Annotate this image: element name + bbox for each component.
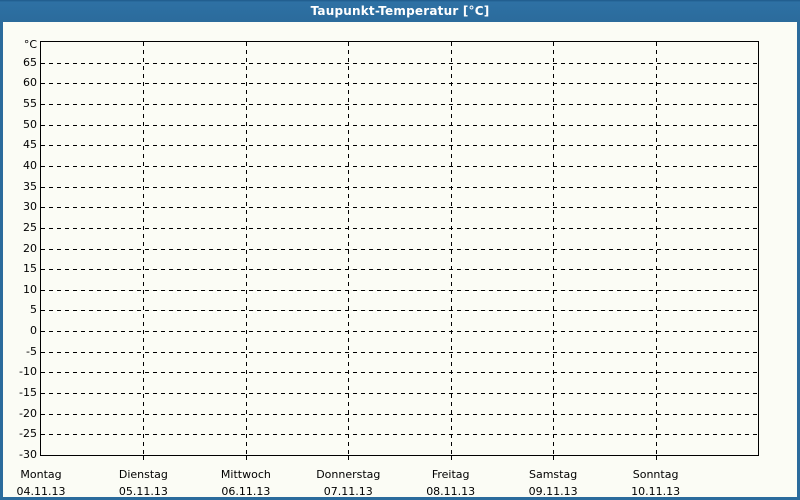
h-gridline <box>41 62 758 64</box>
y-tick-label: 0 <box>30 324 37 338</box>
h-gridline <box>41 103 758 105</box>
x-axis-tick <box>245 456 247 460</box>
y-tick-label: -15 <box>19 386 37 400</box>
h-gridline <box>41 248 758 250</box>
h-gridline <box>41 227 758 229</box>
y-tick-label: -20 <box>19 406 37 420</box>
y-tick-label: 15 <box>23 262 37 276</box>
y-tick-label: -10 <box>19 365 37 379</box>
y-tick-label: 55 <box>23 96 37 110</box>
y-tick-label: 25 <box>23 220 37 234</box>
h-gridline <box>41 186 758 188</box>
h-gridline <box>41 310 758 312</box>
title-bar: Taupunkt-Temperatur [°C] <box>0 0 800 22</box>
h-gridline <box>41 413 758 415</box>
y-axis-unit-label: °C <box>23 38 37 51</box>
x-axis-tick <box>655 456 657 460</box>
h-gridline <box>41 372 758 374</box>
y-tick-label: -5 <box>26 344 37 358</box>
x-date-label: 08.11.13 <box>426 485 476 498</box>
x-day-label: Samstag <box>528 468 578 481</box>
x-date-label: 06.11.13 <box>221 485 271 498</box>
h-gridline <box>41 351 758 353</box>
x-axis-tick <box>553 456 555 460</box>
h-gridline <box>41 289 758 291</box>
window-title: Taupunkt-Temperatur [°C] <box>310 4 490 18</box>
x-day-label: Mittwoch <box>220 468 271 481</box>
h-gridline <box>41 393 758 395</box>
v-gridline <box>143 42 145 455</box>
y-tick-label: -30 <box>19 448 37 461</box>
h-gridline <box>41 207 758 209</box>
x-axis-tick <box>348 456 350 460</box>
y-tick-label: 30 <box>23 200 37 214</box>
v-gridline <box>348 42 350 455</box>
x-date-label: 04.11.13 <box>16 485 66 498</box>
y-tick-label: 40 <box>23 158 37 172</box>
h-gridline <box>41 331 758 333</box>
x-day-label: Dienstag <box>118 468 168 481</box>
h-gridline <box>41 145 758 147</box>
x-day-label: Donnerstag <box>316 468 381 481</box>
x-date-label: 05.11.13 <box>118 485 168 498</box>
h-gridline <box>41 124 758 126</box>
h-gridline <box>41 165 758 167</box>
x-axis-tick <box>450 456 452 460</box>
plot-frame <box>40 41 759 460</box>
y-tick-label: 60 <box>23 76 37 90</box>
y-tick-label: 65 <box>23 55 37 69</box>
chart-area: °C 65 60 55 50 45 40 35 30 25 20 15 10 5 0 -5 -10 -15 -20… <box>3 22 797 498</box>
x-day-label: Sonntag <box>632 468 679 481</box>
y-tick-label: 20 <box>23 241 37 255</box>
v-gridline <box>553 42 555 455</box>
x-date-label: 10.11.13 <box>631 485 681 498</box>
h-gridline <box>41 269 758 271</box>
x-day-label: Montag <box>20 468 62 481</box>
y-tick-label: 45 <box>23 138 37 152</box>
y-tick-label: 5 <box>30 303 37 317</box>
x-axis-tick <box>143 456 145 460</box>
y-tick-label: 35 <box>23 179 37 193</box>
h-gridline <box>41 434 758 436</box>
x-date-label: 07.11.13 <box>323 485 373 498</box>
v-gridline <box>245 42 247 455</box>
h-gridline <box>41 83 758 85</box>
y-tick-label: 50 <box>23 117 37 131</box>
chart-window: Taupunkt-Temperatur [°C] °C 65 60 55 50 45 40… <box>0 0 800 500</box>
v-gridline <box>450 42 452 455</box>
y-tick-label: 10 <box>23 282 37 296</box>
y-tick-label: -25 <box>19 427 37 441</box>
v-gridline <box>655 42 657 455</box>
x-day-label: Freitag <box>431 468 470 481</box>
x-date-label: 09.11.13 <box>528 485 578 498</box>
